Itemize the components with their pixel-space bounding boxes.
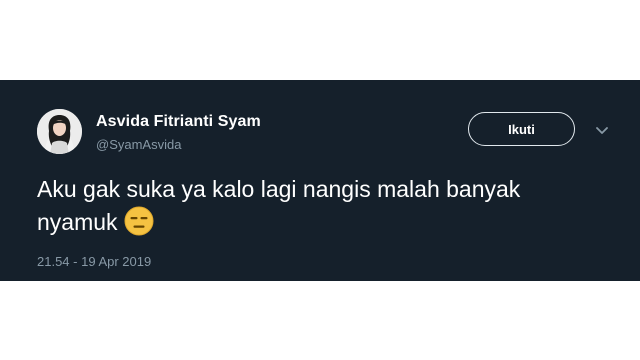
avatar-image (37, 109, 82, 154)
expressionless-face-icon (124, 206, 154, 236)
author-display-name[interactable]: Asvida Fitrianti Syam (96, 113, 261, 131)
avatar[interactable] (37, 109, 82, 154)
tweet-body: Aku gak suka ya kalo lagi nangis malah b… (37, 173, 597, 239)
tweet-timestamp[interactable]: 21.54 - 19 Apr 2019 (37, 254, 151, 269)
tweet-card: Asvida Fitrianti Syam @SyamAsvida Ikuti … (0, 80, 640, 281)
author-handle[interactable]: @SyamAsvida (96, 137, 181, 152)
follow-button-label: Ikuti (508, 121, 535, 137)
tweet-text: Aku gak suka ya kalo lagi nangis malah b… (37, 176, 521, 235)
follow-button[interactable]: Ikuti (468, 112, 575, 146)
chevron-down-icon[interactable] (594, 124, 610, 136)
